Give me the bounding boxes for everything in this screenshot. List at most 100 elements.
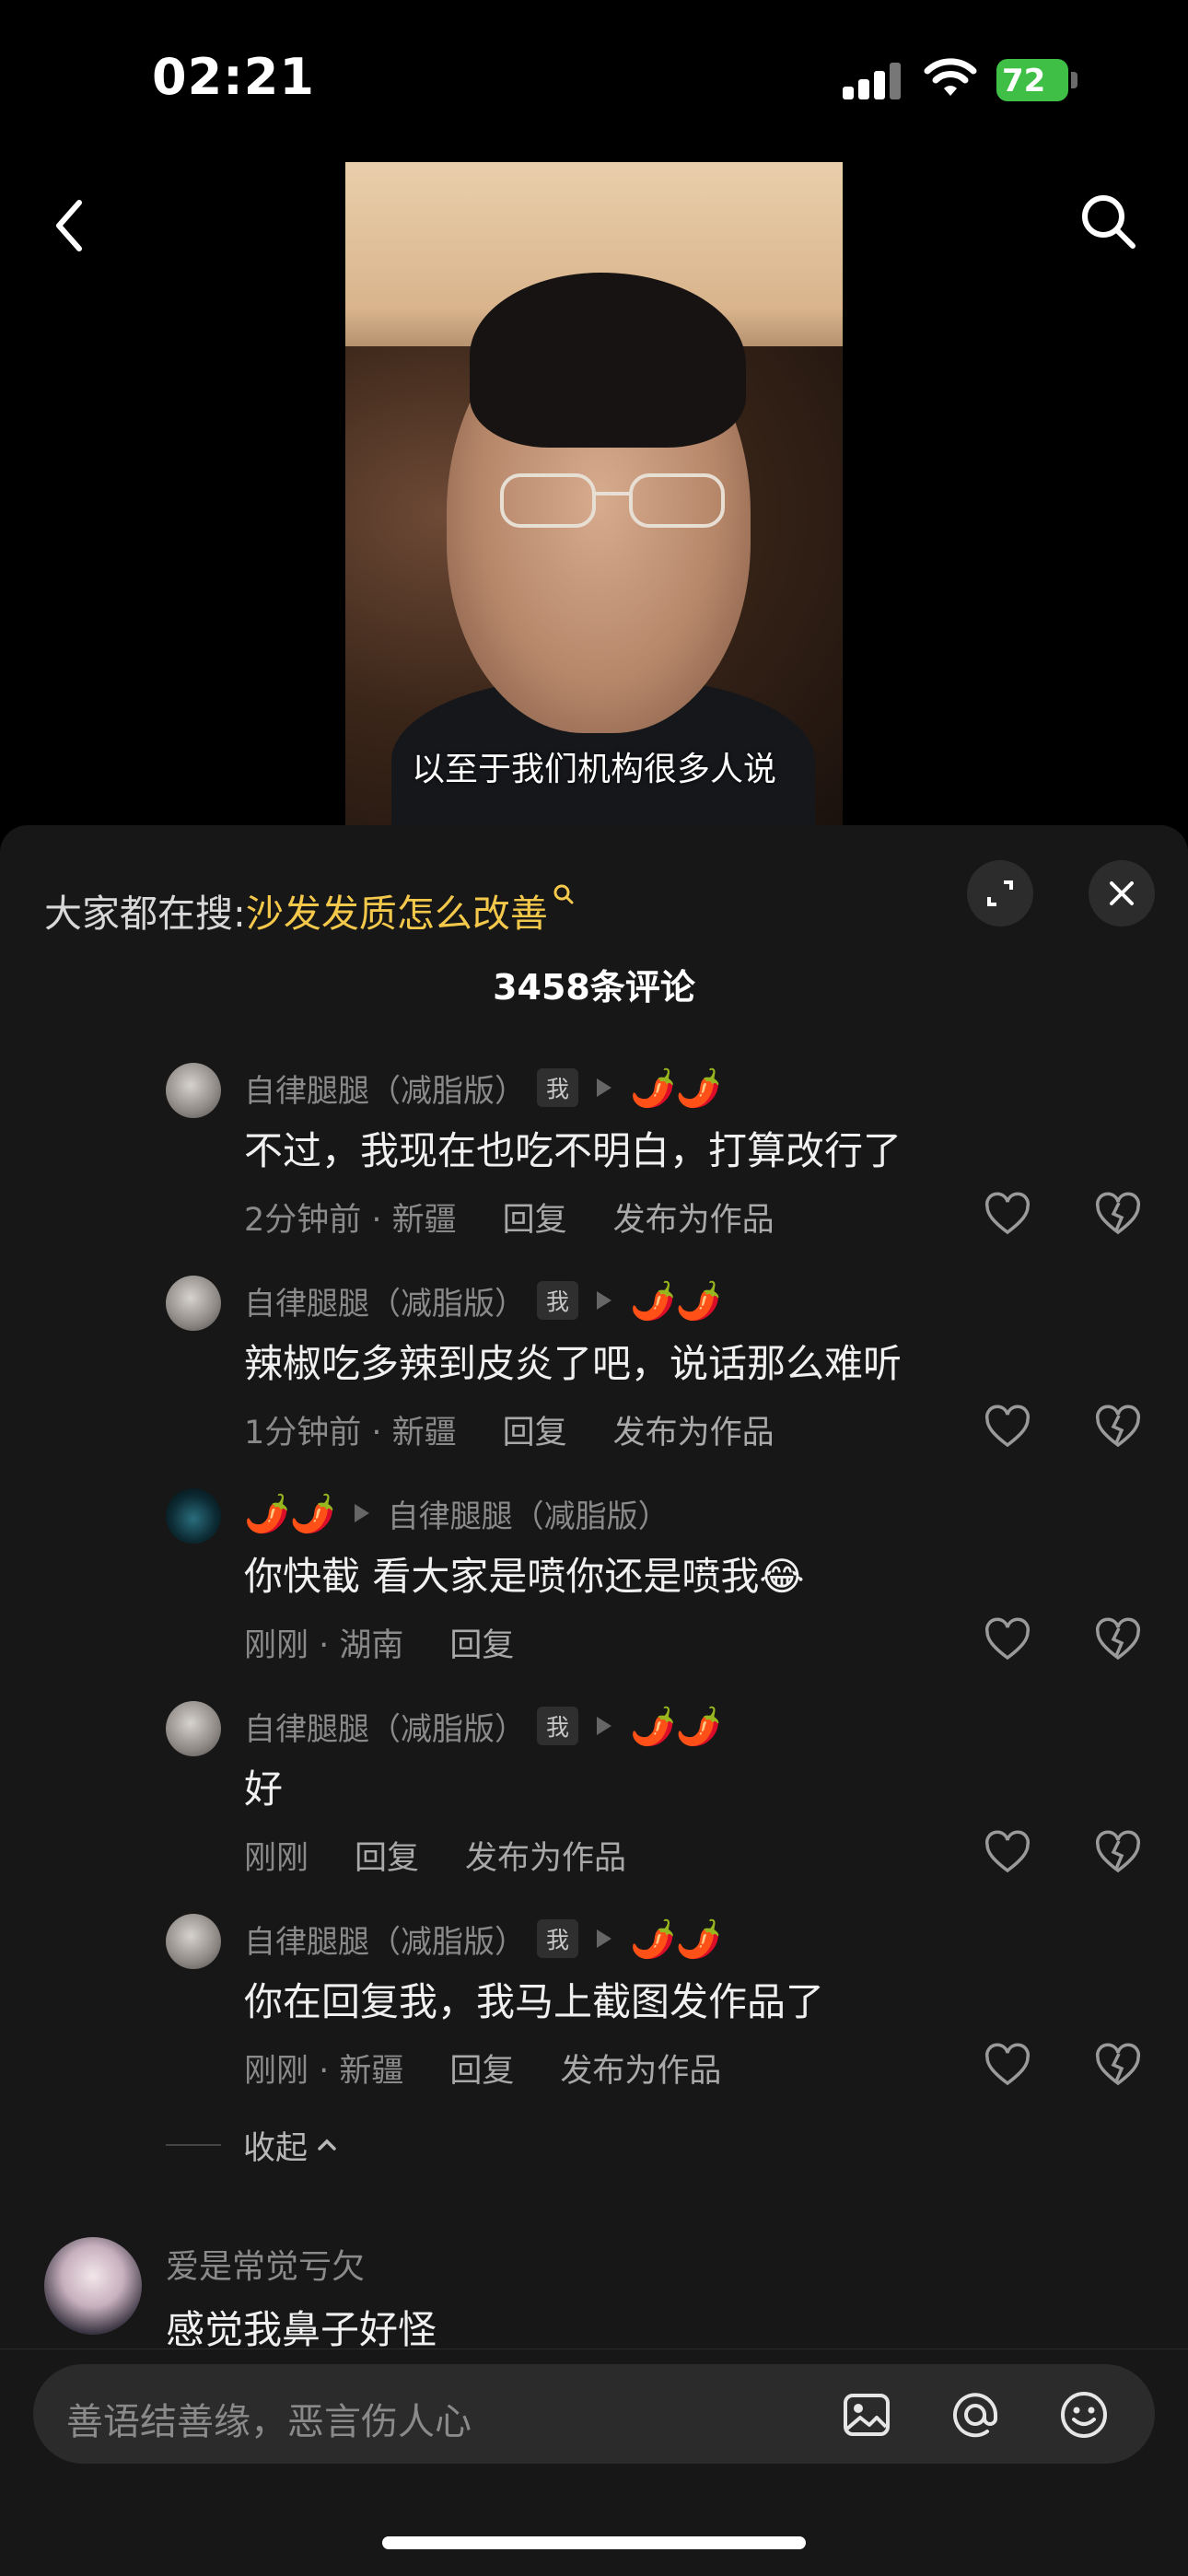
like-heart-icon[interactable] [984,1405,1031,1452]
reply-to-arrow-icon [354,1504,369,1522]
hot-search-keyword: 沙发发质怎么改善 [245,892,548,936]
dislike-heart-icon[interactable] [1094,1830,1142,1878]
home-indicator[interactable] [382,2536,806,2549]
post-as-work-button[interactable]: 发布为作品 [465,1840,626,1877]
reply-to-arrow-icon [597,1291,612,1310]
dislike-heart-icon[interactable] [1094,1617,1142,1665]
search-icon[interactable] [1076,189,1142,255]
expand-icon[interactable] [967,860,1033,927]
dislike-heart-icon[interactable] [1094,1192,1142,1240]
reply-time-location: 1分钟前 · 新疆 [244,1415,457,1451]
like-heart-icon[interactable] [984,1830,1031,1878]
reply-to-arrow-icon [597,1078,612,1097]
reply-header: 🌶️🌶️ 自律腿腿（减脂版） [244,1490,670,1536]
reply-meta: 1分钟前 · 新疆 回复 发布为作品 [244,1406,775,1453]
reply-time-location: 2分钟前 · 新疆 [244,1202,457,1239]
reply-text: 你在回复我，我马上截图发作品了 [244,1979,825,2024]
reply-target-username[interactable]: 🌶️🌶️ [630,1067,722,1110]
at-mention-icon[interactable] [949,2388,1002,2442]
reply-username[interactable]: 自律腿腿（减脂版） [244,1278,526,1323]
comment-username[interactable]: 爱是常觉亏欠 [166,2240,365,2288]
image-icon[interactable] [840,2388,893,2442]
me-badge: 我 [537,1281,579,1320]
reply-header: 自律腿腿（减脂版） 我 🌶️🌶️ [244,1916,722,1962]
video-subtitle: 以至于我们机构很多人说 [411,751,776,788]
reply-button[interactable]: 回复 [503,1202,567,1239]
reply-username[interactable]: 自律腿腿（减脂版） [244,1066,526,1111]
dislike-heart-icon[interactable] [1094,2043,1142,2091]
me-badge: 我 [537,1919,579,1958]
emoji-icon[interactable] [1057,2388,1111,2442]
hot-search-magnifier-icon [553,884,574,904]
reply-text: 你快截 看大家是喷你还是喷我😂 [244,1554,805,1599]
reply-item: 自律腿腿（减脂版） 我 🌶️🌶️ 你在回复我，我马上截图发作品了 刚刚 · 新疆… [0,1906,1188,2118]
post-as-work-button[interactable]: 发布为作品 [560,2053,721,2090]
like-heart-icon[interactable] [984,1192,1031,1240]
reply-item: 🌶️🌶️ 自律腿腿（减脂版） 你快截 看大家是喷你还是喷我😂 刚刚 · 湖南 回复 [0,1481,1188,1693]
reply-item: 自律腿腿（减脂版） 我 🌶️🌶️ 好 刚刚 回复 发布为作品 [0,1694,1188,1906]
reply-text: 不过，我现在也吃不明白，打算改行了 [244,1128,903,1173]
collapse-label: 收起 [243,2129,309,2167]
like-heart-icon[interactable] [984,1617,1031,1665]
status-time: 02:21 [152,48,315,106]
comment-text: 感觉我鼻子好怪 [166,2307,437,2352]
comment-sheet: 大家都在搜:沙发发质怎么改善 3458条评论 自律腿腿（减脂版） 我 🌶️🌶️ … [0,825,1188,2576]
collapse-replies-button[interactable]: 收起 [166,2122,341,2168]
reply-button[interactable]: 回复 [449,2053,514,2090]
reply-text: 辣椒吃多辣到皮炎了吧，说话那么难听 [244,1341,903,1386]
like-heart-icon[interactable] [984,2043,1031,2091]
chevron-up-icon [318,2139,336,2151]
status-bar: 02:21 72 [0,0,1188,157]
reply-meta: 刚刚 · 湖南 回复 [244,1619,514,1666]
avatar[interactable] [166,1276,221,1331]
dislike-heart-icon[interactable] [1094,1405,1142,1452]
collapse-divider [166,2144,221,2146]
reply-text: 好 [244,1766,284,1812]
reply-meta: 2分钟前 · 新疆 回复 发布为作品 [244,1194,775,1241]
reply-header: 自律腿腿（减脂版） 我 🌶️🌶️ [244,1277,722,1323]
reply-item: 自律腿腿（减脂版） 我 🌶️🌶️ 辣椒吃多辣到皮炎了吧，说话那么难听 1分钟前 … [0,1268,1188,1480]
reply-target-username[interactable]: 自律腿腿（减脂版） [388,1491,670,1536]
reply-to-arrow-icon [597,1717,612,1735]
avatar[interactable] [166,1701,221,1756]
reply-username[interactable]: 自律腿腿（减脂版） [244,1704,526,1749]
reply-to-arrow-icon [597,1929,612,1948]
post-as-work-button[interactable]: 发布为作品 [613,1415,775,1451]
hot-search-link[interactable]: 大家都在搜:沙发发质怎么改善 [44,882,576,938]
back-icon[interactable] [46,193,92,258]
reply-target-username[interactable]: 🌶️🌶️ [630,1705,722,1748]
reply-target-username[interactable]: 🌶️🌶️ [630,1279,722,1323]
reply-header: 自律腿腿（减脂版） 我 🌶️🌶️ [244,1065,722,1111]
avatar[interactable] [44,2237,142,2335]
comment-input[interactable]: 善语结善缘，恶言伤人心 [33,2364,1155,2464]
video-frame-glasses [500,473,725,528]
avatar[interactable] [166,1914,221,1969]
battery-level: 72 [1002,63,1046,99]
comment-count: 3458条评论 [493,967,695,1008]
reply-time-location: 刚刚 [244,1840,309,1877]
reply-button[interactable]: 回复 [503,1415,567,1451]
reply-target-username[interactable]: 🌶️🌶️ [630,1917,722,1961]
reply-time-location: 刚刚 · 湖南 [244,1627,404,1664]
battery-icon: 72 [996,59,1079,101]
post-as-work-button[interactable]: 发布为作品 [613,1202,775,1239]
reply-header: 自律腿腿（减脂版） 我 🌶️🌶️ [244,1703,722,1749]
cellular-signal-icon [843,63,902,99]
reply-meta: 刚刚 回复 发布为作品 [244,1832,626,1879]
hot-search-label: 大家都在搜: [44,892,246,936]
wifi-icon [924,58,977,96]
reply-button[interactable]: 回复 [449,1627,514,1664]
video-player[interactable]: 以至于我们机构很多人说 [345,162,843,825]
me-badge: 我 [537,1068,579,1107]
reply-meta: 刚刚 · 新疆 回复 发布为作品 [244,2045,721,2092]
reply-button[interactable]: 回复 [355,1840,419,1877]
avatar[interactable] [166,1063,221,1118]
reply-username[interactable]: 🌶️🌶️ [244,1492,336,1535]
close-icon[interactable] [1089,860,1155,927]
reply-time-location: 刚刚 · 新疆 [244,2053,404,2090]
avatar[interactable] [166,1488,221,1544]
video-frame-person-hair [470,273,746,448]
reply-username[interactable]: 自律腿腿（减脂版） [244,1917,526,1962]
reply-item: 自律腿腿（减脂版） 我 🌶️🌶️ 不过，我现在也吃不明白，打算改行了 2分钟前 … [0,1055,1188,1267]
me-badge: 我 [537,1707,579,1745]
